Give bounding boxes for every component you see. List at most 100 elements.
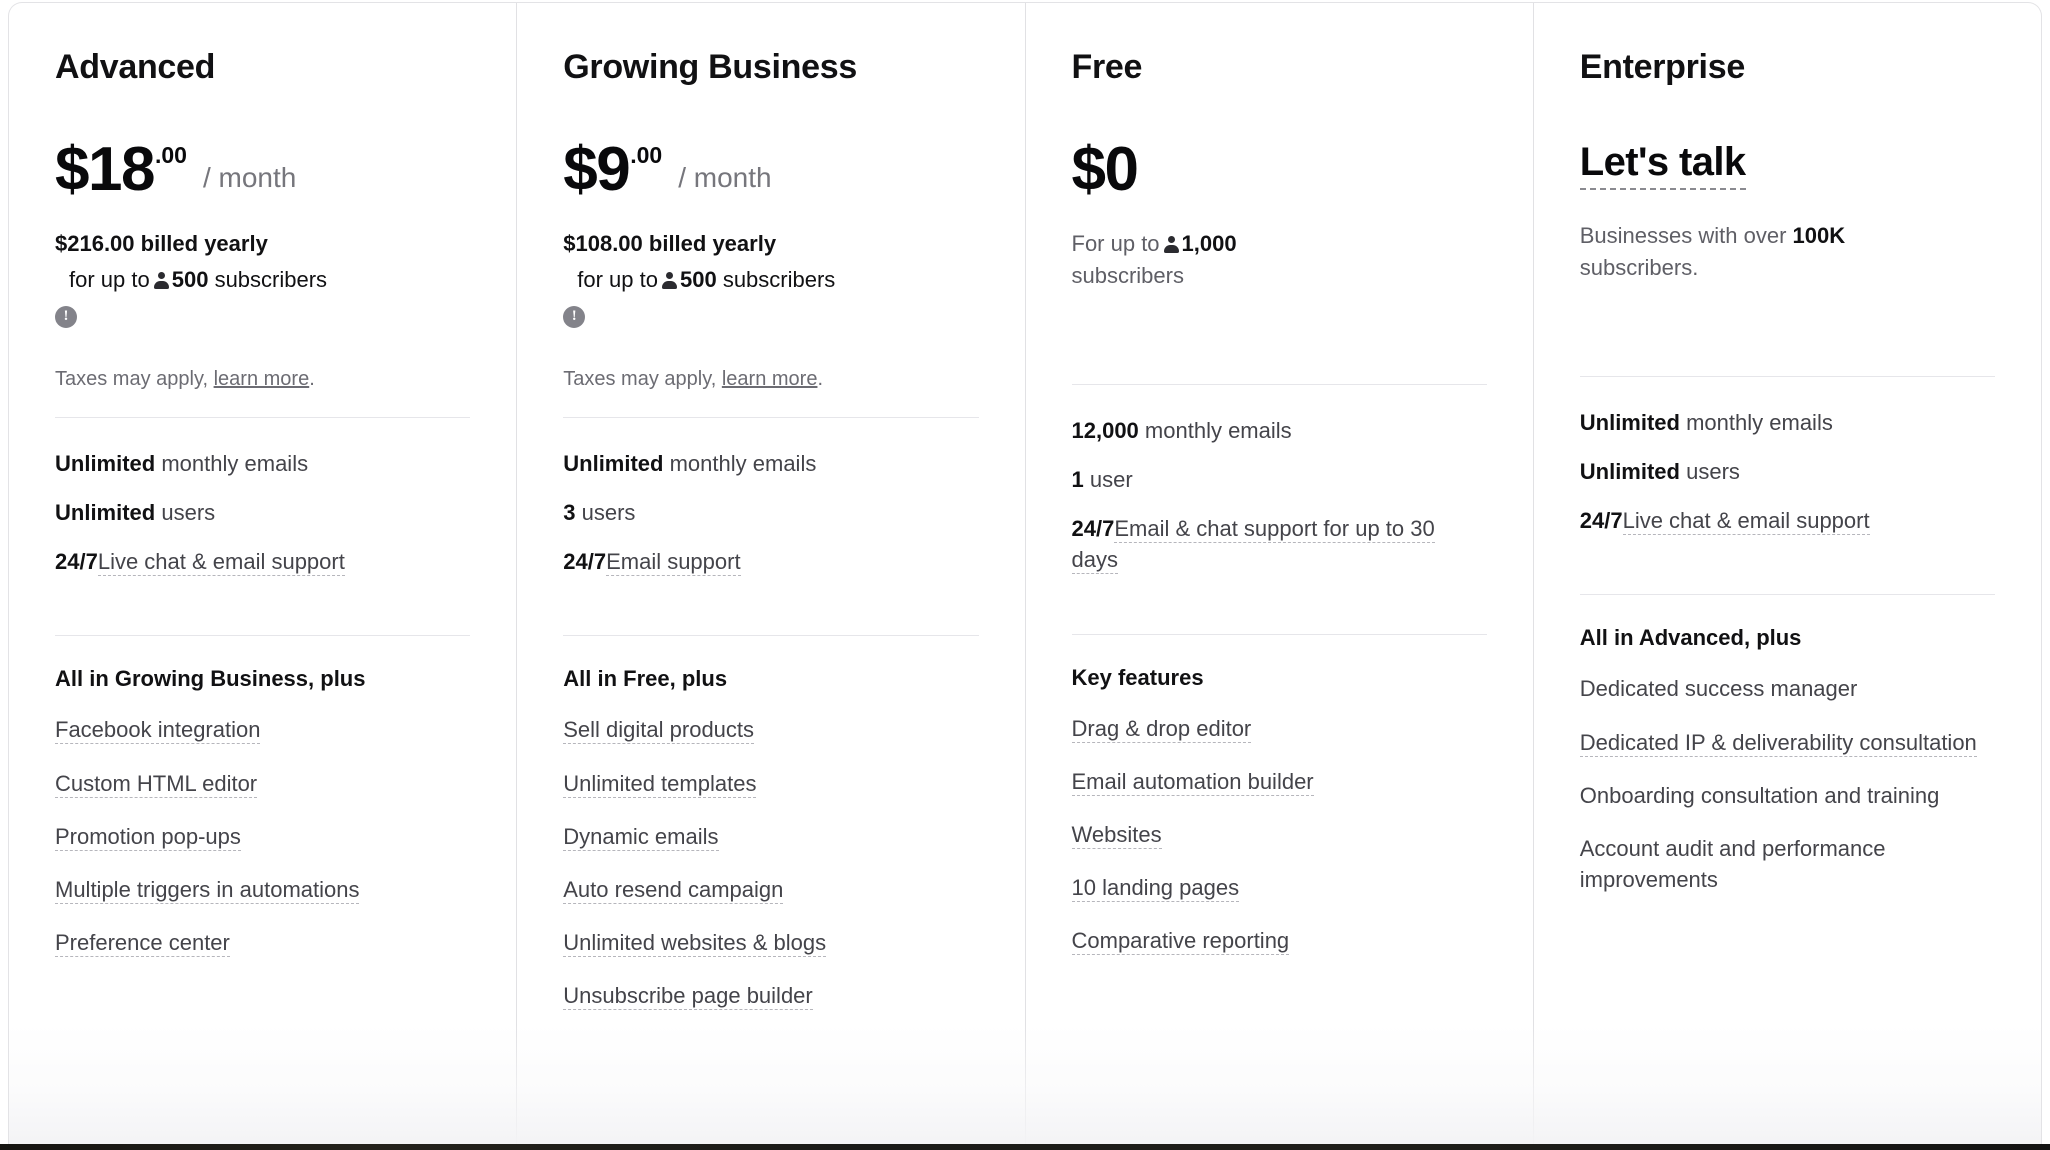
feature-item[interactable]: Email automation builder: [1071, 766, 1487, 797]
feature-item[interactable]: Comparative reporting: [1071, 925, 1487, 956]
plan-column-growing-business: Growing Business $9 .00 / month $108.00 …: [517, 3, 1026, 1150]
core-feature-row: Unlimited monthly emails: [563, 448, 978, 479]
pricing-page: Advanced $18 .00 / month $216.00 billed …: [0, 0, 2050, 1150]
free-prefix: For up to: [1071, 230, 1160, 256]
feature-text-tooltip[interactable]: Email & chat support for up to 30 days: [1071, 516, 1435, 575]
billing-sub-prefix: for up to: [577, 266, 658, 292]
feature-item: Account audit and performance improvemen…: [1579, 835, 1886, 893]
free-subscribers-note: For up to 1,000 subscribers: [1072, 228, 1487, 292]
feature-text: user: [1089, 466, 1133, 492]
core-features-list: Unlimited monthly emails Unlimited users…: [55, 418, 470, 578]
free-count: 1,000: [1181, 230, 1237, 256]
billing-sub-suffix: subscribers: [722, 266, 836, 292]
features-heading: All in Free, plus: [563, 666, 728, 692]
feature-qty: Unlimited: [1579, 458, 1680, 484]
billing-line: $216.00 billed yearly: [55, 230, 268, 256]
feature-text-tooltip[interactable]: Email support: [606, 549, 741, 577]
feature-item[interactable]: Custom HTML editor: [55, 768, 470, 799]
taxes-note: Taxes may apply, learn more.: [55, 368, 470, 391]
core-feature-row: 3 users: [563, 497, 978, 528]
feature-qty: 24/7: [1071, 516, 1115, 542]
plan-title: Free: [1071, 48, 1143, 86]
feature-item[interactable]: Unsubscribe page builder: [563, 980, 978, 1011]
billing-sub-suffix: subscribers: [214, 266, 328, 292]
feature-item[interactable]: Drag & drop editor: [1071, 713, 1487, 744]
features-list: All in Growing Business, plus Facebook i…: [55, 636, 470, 958]
feature-text-tooltip[interactable]: Live chat & email support: [1622, 508, 1870, 536]
feature-item[interactable]: Facebook integration: [55, 714, 470, 745]
plan-column-enterprise: Enterprise Let's talk Businesses with ov…: [1534, 3, 2041, 1150]
feature-item: Onboarding consultation and training: [1579, 782, 1940, 808]
billing-line: $108.00 billed yearly: [563, 230, 777, 256]
feature-item[interactable]: Unlimited websites & blogs: [563, 927, 978, 958]
feature-item[interactable]: Preference center: [55, 927, 470, 958]
price-row: $9 .00 / month: [563, 138, 978, 202]
features-heading: All in Advanced, plus: [1579, 625, 1802, 651]
billing-subscribers: for up to 500 subscribers: [55, 264, 470, 296]
core-features-list: 12,000 monthly emails 1 user 24/7Email &…: [1071, 385, 1487, 576]
core-features-list: Unlimited monthly emails Unlimited users…: [1580, 377, 1995, 537]
feature-text-tooltip[interactable]: Live chat & email support: [97, 549, 345, 577]
core-feature-row: 12,000 monthly emails: [1072, 415, 1487, 446]
info-icon[interactable]: !: [563, 305, 586, 328]
price-row: $0: [1071, 134, 1487, 204]
core-feature-row[interactable]: 24/7Email support: [563, 546, 978, 577]
feature-item[interactable]: Dedicated IP & deliverability consultati…: [1579, 727, 1995, 758]
feature-item[interactable]: 10 landing pages: [1071, 872, 1487, 903]
pricing-plans-card: Advanced $18 .00 / month $216.00 billed …: [8, 2, 2042, 1150]
feature-item[interactable]: Promotion pop-ups: [55, 821, 470, 852]
taxes-suffix: .: [309, 367, 315, 390]
billing-subscribers: for up to 500 subscribers: [563, 264, 978, 296]
feature-qty: 24/7: [563, 549, 607, 575]
core-feature-row[interactable]: 24/7Live chat & email support: [55, 546, 470, 577]
core-feature-row[interactable]: 24/7Email & chat support for up to 30 da…: [1071, 513, 1487, 575]
price-cents: .00: [154, 141, 187, 168]
feature-qty: Unlimited: [55, 499, 156, 525]
person-icon: [661, 271, 677, 289]
core-feature-row: 1 user: [1072, 464, 1487, 495]
learn-more-link[interactable]: learn more: [722, 368, 818, 390]
billing-sub-count: 500: [171, 266, 209, 292]
core-features-list: Unlimited monthly emails 3 users 24/7Ema…: [563, 418, 978, 578]
info-icon[interactable]: !: [55, 305, 77, 328]
feature-text: users: [1686, 458, 1740, 484]
feature-item: Dedicated success manager: [1579, 676, 1858, 702]
price-period: / month: [202, 161, 297, 193]
feature-qty: 24/7: [55, 549, 98, 575]
learn-more-link[interactable]: learn more: [214, 368, 310, 390]
feature-item[interactable]: Sell digital products: [563, 714, 978, 745]
feature-item[interactable]: Unlimited templates: [563, 768, 978, 799]
plan-title: Enterprise: [1579, 48, 1745, 86]
feature-text: users: [161, 499, 216, 525]
feature-text: monthly emails: [1686, 409, 1833, 435]
feature-qty: Unlimited: [55, 450, 156, 476]
feature-qty: 12,000: [1071, 417, 1139, 443]
feature-item[interactable]: Dynamic emails: [563, 821, 978, 852]
plan-column-advanced: Advanced $18 .00 / month $216.00 billed …: [9, 3, 518, 1150]
feature-item[interactable]: Auto resend campaign: [563, 874, 978, 905]
price-amount: $0: [1071, 134, 1139, 204]
ent-prefix: Businesses with over: [1579, 222, 1787, 248]
feature-item[interactable]: Multiple triggers in automations: [55, 874, 470, 905]
core-feature-row[interactable]: 24/7Live chat & email support: [1580, 505, 1995, 536]
price-period: / month: [678, 161, 772, 193]
taxes-prefix: Taxes may apply,: [55, 367, 209, 390]
features-list: All in Advanced, plus Dedicated success …: [1579, 595, 1995, 895]
core-feature-row: Unlimited monthly emails: [55, 448, 470, 479]
person-icon: [153, 271, 169, 289]
feature-qty: 24/7: [1579, 508, 1623, 534]
lets-talk-label[interactable]: Let's talk: [1579, 140, 1746, 190]
taxes-note: Taxes may apply, learn more.: [563, 368, 978, 391]
feature-text: users: [581, 499, 636, 525]
ent-suffix: subscribers.: [1579, 254, 1699, 280]
billing-sub-count: 500: [679, 266, 717, 292]
price-row: Let's talk: [1579, 140, 1995, 220]
core-feature-row: Unlimited monthly emails: [1580, 407, 1995, 438]
billing-sub-prefix: for up to: [69, 266, 150, 292]
feature-item[interactable]: Websites: [1071, 819, 1487, 850]
features-list: Key features Drag & drop editor Email au…: [1071, 635, 1487, 957]
feature-text: monthly emails: [1144, 417, 1292, 443]
price-amount: $18: [55, 134, 155, 204]
features-heading: All in Growing Business, plus: [55, 666, 366, 692]
person-icon: [1163, 235, 1179, 253]
